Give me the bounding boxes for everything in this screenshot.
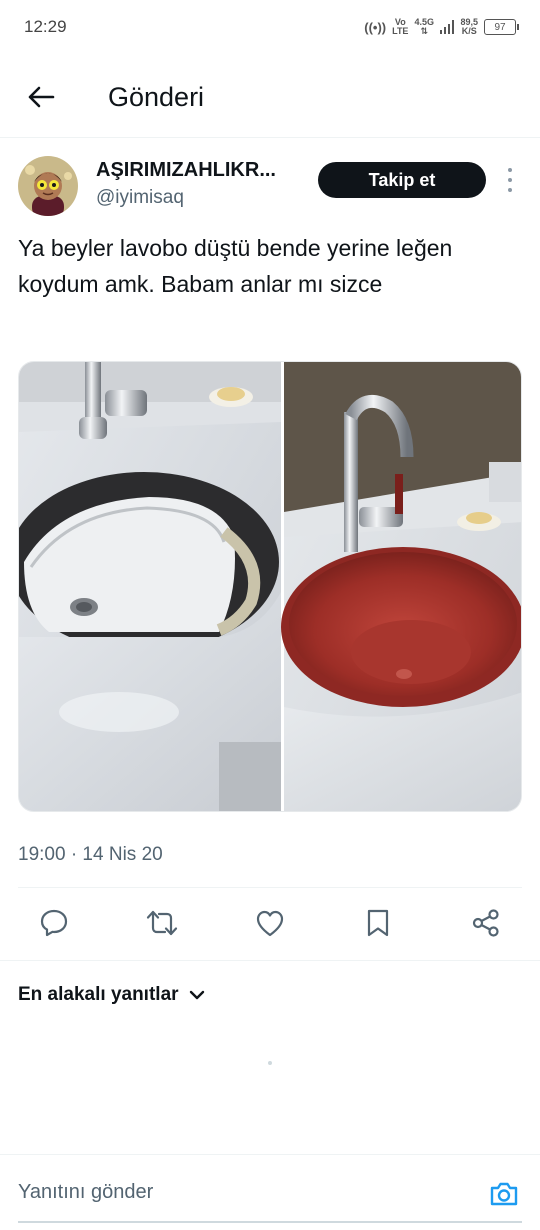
reply-input[interactable] [18, 1181, 458, 1204]
reply-composer [0, 1154, 540, 1230]
battery-icon: 97 [484, 19, 519, 35]
top-app-bar: Gönderi [0, 56, 540, 138]
signal-icon [439, 20, 455, 34]
back-button[interactable] [24, 80, 58, 114]
battery-level: 97 [494, 21, 506, 33]
tweet-text: Ya beyler lavobo düştü bende yerine leğe… [18, 235, 453, 297]
tweet-author: AŞIRIMIZAHLIKR... @iyimisaq Takip et [0, 150, 540, 220]
loading-indicator [268, 1061, 272, 1065]
speed-unit: K/S [461, 26, 477, 36]
volte-bottom: LTE [392, 26, 409, 36]
retweet-button[interactable] [145, 906, 179, 940]
arrow-left-icon [28, 86, 55, 108]
camera-icon [490, 1182, 518, 1206]
retweet-icon [146, 910, 178, 936]
network-type: 4.5G ⇅ [414, 18, 434, 36]
divider [0, 960, 540, 961]
author-name[interactable]: AŞIRIMIZAHLIKR... [96, 159, 276, 182]
author-handle[interactable]: @iyimisaq [96, 187, 184, 209]
tweet-photo-sinks [19, 362, 521, 811]
volte-indicator: Vo LTE [392, 18, 408, 36]
chevron-down-icon [189, 990, 204, 1000]
share-button[interactable] [469, 906, 503, 940]
heart-icon [256, 910, 284, 937]
network-speed: 89,5 K/S [460, 18, 478, 36]
more-options-button[interactable] [500, 168, 520, 192]
tweet-media[interactable] [18, 361, 522, 812]
bookmark-icon [367, 909, 389, 937]
replies-sort-label: En alakalı yanıtlar [18, 984, 179, 1005]
network-arrows-icon: ⇅ [420, 26, 428, 36]
bookmark-button[interactable] [361, 906, 395, 940]
like-button[interactable] [253, 906, 287, 940]
reply-icon [40, 909, 68, 937]
follow-button[interactable]: Takip et [318, 162, 486, 198]
more-vertical-icon [508, 168, 512, 172]
hotspot-icon: ((•)) [364, 19, 387, 35]
status-time: 12:29 [24, 17, 67, 36]
tweet-timestamp: 19:00 · 14 Nis 20 [18, 844, 163, 865]
page-title: Gönderi [108, 82, 205, 112]
divider [18, 887, 522, 888]
reply-button[interactable] [37, 906, 71, 940]
status-bar: 12:29 ((•)) Vo LTE 4.5G ⇅ 89,5 K/S 97 [0, 0, 540, 56]
reply-input-underline [18, 1221, 522, 1223]
avatar[interactable] [18, 156, 78, 216]
replies-sort-dropdown[interactable]: En alakalı yanıtlar [18, 984, 205, 1006]
tweet-actions [0, 894, 540, 954]
camera-button[interactable] [488, 1179, 520, 1209]
share-icon [472, 909, 499, 937]
status-icons: ((•)) Vo LTE 4.5G ⇅ 89,5 K/S 97 [364, 15, 519, 39]
avatar-image [18, 156, 78, 216]
